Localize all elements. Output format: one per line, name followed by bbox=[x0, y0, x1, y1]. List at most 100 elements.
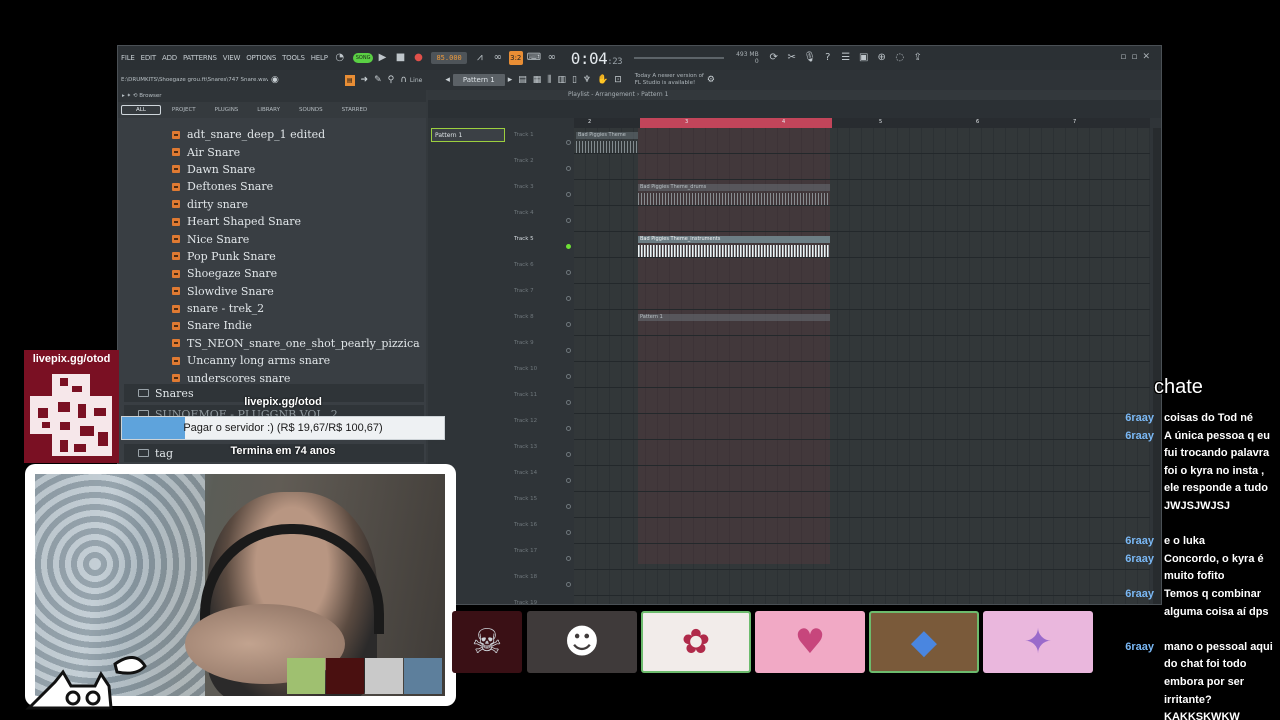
track-header[interactable]: Track 4 bbox=[514, 206, 574, 232]
tempo-display[interactable]: 85.000 bbox=[431, 52, 467, 64]
refresh-icon[interactable]: ⟳ bbox=[767, 51, 781, 65]
list-item[interactable]: Uncanny long arms snare bbox=[118, 352, 426, 369]
tab-project[interactable]: PROJECT bbox=[164, 105, 204, 115]
track-mute-led[interactable] bbox=[566, 192, 571, 197]
record-button[interactable]: ● bbox=[411, 51, 425, 65]
track-header[interactable]: Track 6 bbox=[514, 258, 574, 284]
track-mute-led[interactable] bbox=[566, 140, 571, 145]
pattern-selector[interactable]: Pattern 1 bbox=[452, 74, 505, 86]
track-mute-led[interactable] bbox=[566, 296, 571, 301]
help-icon[interactable]: ? bbox=[821, 51, 835, 65]
master-pitch-slider[interactable] bbox=[634, 57, 725, 59]
track-header[interactable]: Track 11 bbox=[514, 388, 574, 414]
track-mute-led[interactable] bbox=[566, 270, 571, 275]
stamp-icon[interactable]: ⚲ bbox=[388, 75, 395, 85]
tab-sounds[interactable]: SOUNDS bbox=[291, 105, 331, 115]
list-item[interactable]: Snare Indie bbox=[118, 317, 426, 334]
list-item[interactable]: Air Snare bbox=[118, 143, 426, 160]
tools-icon[interactable]: ✂ bbox=[785, 51, 799, 65]
track-mute-led[interactable] bbox=[566, 218, 571, 223]
mic-icon[interactable]: 🎙 bbox=[803, 51, 817, 65]
typing-keyboard-icon[interactable]: ⌨ bbox=[527, 51, 541, 65]
list-item[interactable]: adt_snare_deep_1 edited bbox=[118, 126, 426, 143]
browser-icon[interactable]: ▯ bbox=[572, 75, 577, 85]
menu-edit[interactable]: EDIT bbox=[138, 54, 159, 62]
cart-icon[interactable]: ⊡ bbox=[614, 75, 622, 85]
piano-roll-icon[interactable]: ▥ bbox=[557, 75, 566, 85]
play-button[interactable]: ▶ bbox=[375, 51, 389, 65]
track-mute-led[interactable] bbox=[566, 166, 571, 171]
list-item[interactable]: dirty snare bbox=[118, 196, 426, 213]
chat-username[interactable]: 6raay bbox=[1125, 428, 1154, 446]
window-controls[interactable]: ▫▫✕ bbox=[1120, 52, 1155, 62]
tab-plugins[interactable]: PLUGINS bbox=[207, 105, 247, 115]
list-item[interactable]: Slowdive Snare bbox=[118, 283, 426, 300]
loop-region[interactable] bbox=[640, 118, 832, 128]
track-mute-led[interactable] bbox=[566, 244, 571, 249]
list-item[interactable]: snare - trek_2 bbox=[118, 300, 426, 317]
track-mute-led[interactable] bbox=[566, 452, 571, 457]
chat-username[interactable]: 6raay bbox=[1125, 410, 1154, 428]
track-header[interactable]: Track 9 bbox=[514, 336, 574, 362]
loop-icon[interactable]: ∞ bbox=[491, 51, 505, 65]
pattern-picker-item[interactable]: Pattern 1 bbox=[431, 128, 505, 142]
channel-rack-icon[interactable]: ▦ bbox=[533, 75, 542, 85]
track-mute-led[interactable] bbox=[566, 530, 571, 535]
track-mute-led[interactable] bbox=[566, 426, 571, 431]
track-header[interactable]: Track 7 bbox=[514, 284, 574, 310]
track-header[interactable]: Track 3 bbox=[514, 180, 574, 206]
blend-icon[interactable]: ∞ bbox=[545, 51, 559, 65]
brush-icon[interactable]: ✎ bbox=[374, 75, 382, 85]
track-mute-led[interactable] bbox=[566, 582, 571, 587]
track-header[interactable]: Track 1 bbox=[514, 128, 574, 154]
list-item[interactable]: Shoegaze Snare bbox=[118, 265, 426, 282]
track-mute-led[interactable] bbox=[566, 478, 571, 483]
track-mute-led[interactable] bbox=[566, 374, 571, 379]
track-header[interactable]: Track 15 bbox=[514, 492, 574, 518]
track-header[interactable]: Track 2 bbox=[514, 154, 574, 180]
tab-all[interactable]: ALL bbox=[121, 105, 161, 115]
metronome-icon[interactable]: ⩘ bbox=[473, 51, 487, 65]
timeline-ruler[interactable]: 2 3 4 5 6 7 bbox=[574, 118, 1150, 128]
arrow-icon[interactable]: ➜ bbox=[361, 75, 369, 85]
playlist-icon[interactable]: ▤ bbox=[518, 75, 527, 85]
track-mute-led[interactable] bbox=[566, 322, 571, 327]
track-header[interactable]: Track 19 bbox=[514, 596, 574, 604]
track-header[interactable]: Track 18 bbox=[514, 570, 574, 596]
track-mute-led[interactable] bbox=[566, 504, 571, 509]
menu-options[interactable]: OPTIONS bbox=[243, 54, 279, 62]
list-item[interactable]: Pop Punk Snare bbox=[118, 248, 426, 265]
chat-icon[interactable]: ◌ bbox=[893, 51, 907, 65]
plugin-icon[interactable]: ⊕ bbox=[875, 51, 889, 65]
save-icon[interactable]: ▣ bbox=[857, 51, 871, 65]
track-header[interactable]: Track 17 bbox=[514, 544, 574, 570]
song-mode-toggle[interactable]: SONG bbox=[352, 53, 374, 63]
cpu-dial-icon[interactable]: ◔ bbox=[333, 51, 347, 65]
news-gear-icon[interactable]: ⚙ bbox=[707, 75, 715, 85]
list-item[interactable]: Heart Shaped Snare bbox=[118, 213, 426, 230]
track-header[interactable]: Track 5 bbox=[514, 232, 574, 258]
chat-username[interactable]: 6raay bbox=[1125, 586, 1154, 604]
export-icon[interactable]: ⇪ bbox=[911, 51, 925, 65]
master-volume-knob[interactable]: ◉ bbox=[271, 75, 279, 85]
track-mute-led[interactable] bbox=[566, 348, 571, 353]
fl-logo-icon[interactable]: ▤ bbox=[344, 74, 355, 86]
chat-username[interactable]: 6raay bbox=[1125, 533, 1154, 551]
tab-starred[interactable]: STARRED bbox=[334, 105, 376, 115]
menu-patterns[interactable]: PATTERNS bbox=[180, 54, 220, 62]
prev-pattern-icon[interactable]: ◂ bbox=[445, 75, 450, 85]
news-panel[interactable]: Today A newer version of FL Studio is ava… bbox=[635, 73, 704, 87]
menu-file[interactable]: FILE bbox=[118, 54, 138, 62]
track-header[interactable]: Track 16 bbox=[514, 518, 574, 544]
magnet-icon[interactable]: ∩ bbox=[400, 75, 407, 85]
chat-username[interactable]: 6raay bbox=[1125, 639, 1154, 657]
touch-icon[interactable]: ✋ bbox=[597, 75, 608, 85]
menu-add[interactable]: ADD bbox=[159, 54, 180, 62]
list-item[interactable]: Nice Snare bbox=[118, 230, 426, 247]
plugin-picker-icon[interactable]: ♆ bbox=[583, 75, 591, 85]
list-item[interactable]: Deftones Snare bbox=[118, 178, 426, 195]
track-header[interactable]: Track 8 bbox=[514, 310, 574, 336]
step-icon[interactable]: 3:2 bbox=[508, 51, 523, 65]
track-header[interactable]: Track 12 bbox=[514, 414, 574, 440]
mixer-icon[interactable]: ☰ bbox=[839, 51, 853, 65]
